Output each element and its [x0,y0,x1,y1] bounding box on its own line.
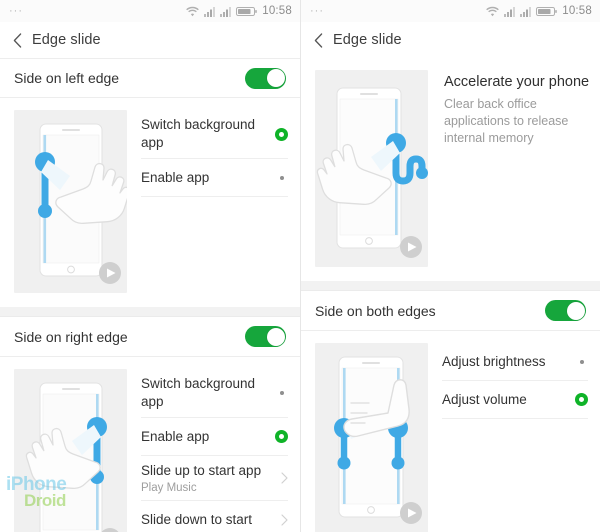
wifi-icon [486,6,500,16]
title-bar: Edge slide [0,22,300,58]
option-adjust-volume[interactable]: Adjust volume [442,381,588,419]
option-label: Adjust volume [442,391,527,407]
status-bar: ··· 10:58 [301,0,600,22]
both-edges-content-block: Adjust brightness Adjust volume [301,331,600,532]
page-title: Edge slide [333,32,402,48]
option-label: Switch background app [141,117,256,150]
toggle-knob [266,327,285,346]
status-time: 10:58 [562,5,592,17]
option-label: Enable app [141,169,210,185]
radio-unselected-icon[interactable] [580,359,584,364]
radio-unselected-icon[interactable] [280,391,284,395]
dual-screenshot-container: ··· 10:58 Edge slide Side on left edge S… [0,0,600,532]
option-label: Slide up to start app [141,463,262,478]
battery-icon [236,6,258,16]
option-adjust-brightness[interactable]: Adjust brightness [442,343,588,381]
status-bar: ··· 10:58 [0,0,300,22]
option-label: Enable app [141,428,210,444]
toggle-knob [266,69,285,87]
chevron-right-icon[interactable] [281,472,288,484]
left-edge-content-block: Switch background app Enable app [0,98,300,293]
right-edge-zigzag-illustration[interactable] [315,70,428,267]
status-icons: 10:58 [486,5,592,17]
switch-label: Side on both edges [315,302,436,319]
toggle-side-on-both-edges[interactable] [545,300,586,321]
right-edge-content-block: Switch background app Enable app Slide u… [0,357,300,532]
right-screenshot-panel: ··· 10:58 Edge slide Accelerate your pho… [300,0,600,532]
chevron-right-icon[interactable] [281,513,288,526]
status-dots: ··· [310,5,324,17]
accelerate-phone-text: Accelerate your phone Clear back office … [428,70,600,267]
status-dots: ··· [9,5,23,17]
option-sublabel: Play Music [141,482,197,494]
option-switch-background-app[interactable]: Switch background app [141,110,288,159]
section-divider-band [0,307,300,317]
option-label: Adjust brightness [442,353,546,369]
back-chevron-icon[interactable] [13,32,22,48]
switch-row-side-on-left-edge[interactable]: Side on left edge [0,58,300,98]
wifi-icon [186,6,200,16]
status-icons: 10:58 [186,5,292,17]
left-edge-swipe-illustration[interactable] [14,110,127,293]
switch-row-side-on-both-edges[interactable]: Side on both edges [301,291,600,331]
option-enable-app[interactable]: Enable app [141,159,288,197]
title-bar: Edge slide [301,22,600,58]
option-slide-down-to-start[interactable]: Slide down to start [141,501,288,532]
back-chevron-icon[interactable] [314,32,323,48]
radio-selected-icon[interactable] [275,430,288,443]
signal-icon [204,6,216,17]
right-edge-swipe-illustration[interactable] [14,369,127,532]
toggle-knob [566,301,585,320]
signal-icon [220,6,232,17]
radio-unselected-icon[interactable] [280,175,284,180]
accelerate-phone-title: Accelerate your phone [444,74,590,90]
battery-icon [536,6,558,16]
signal-icon [504,6,516,17]
toggle-side-on-left-edge[interactable] [245,67,286,89]
section-divider-band [301,281,600,291]
both-edges-swipe-illustration[interactable] [315,343,428,532]
left-edge-options-list: Switch background app Enable app [127,110,300,293]
option-enable-app[interactable]: Enable app [141,418,288,456]
signal-icon [520,6,532,17]
page-title: Edge slide [32,32,101,48]
accelerate-phone-description: Clear back office applications to releas… [444,97,569,145]
switch-row-side-on-right-edge[interactable]: Side on right edge [0,317,300,357]
radio-selected-icon[interactable] [575,393,588,406]
radio-selected-icon[interactable] [275,127,288,141]
option-label: Switch background app [141,376,256,409]
option-slide-up-to-start-app[interactable]: Slide up to start app Play Music [141,456,288,501]
left-screenshot-panel: ··· 10:58 Edge slide Side on left edge S… [0,0,300,532]
status-time: 10:58 [262,5,292,17]
option-text-group: Slide up to start app Play Music [141,462,261,494]
option-label: Slide down to start [141,511,253,527]
switch-label: Side on right edge [14,328,128,345]
accelerate-phone-block: Accelerate your phone Clear back office … [301,58,600,267]
switch-label: Side on left edge [14,70,120,86]
both-edges-options-list: Adjust brightness Adjust volume [428,343,600,532]
toggle-side-on-right-edge[interactable] [245,326,286,347]
option-switch-background-app[interactable]: Switch background app [141,369,288,418]
right-edge-options-list: Switch background app Enable app Slide u… [127,369,300,532]
